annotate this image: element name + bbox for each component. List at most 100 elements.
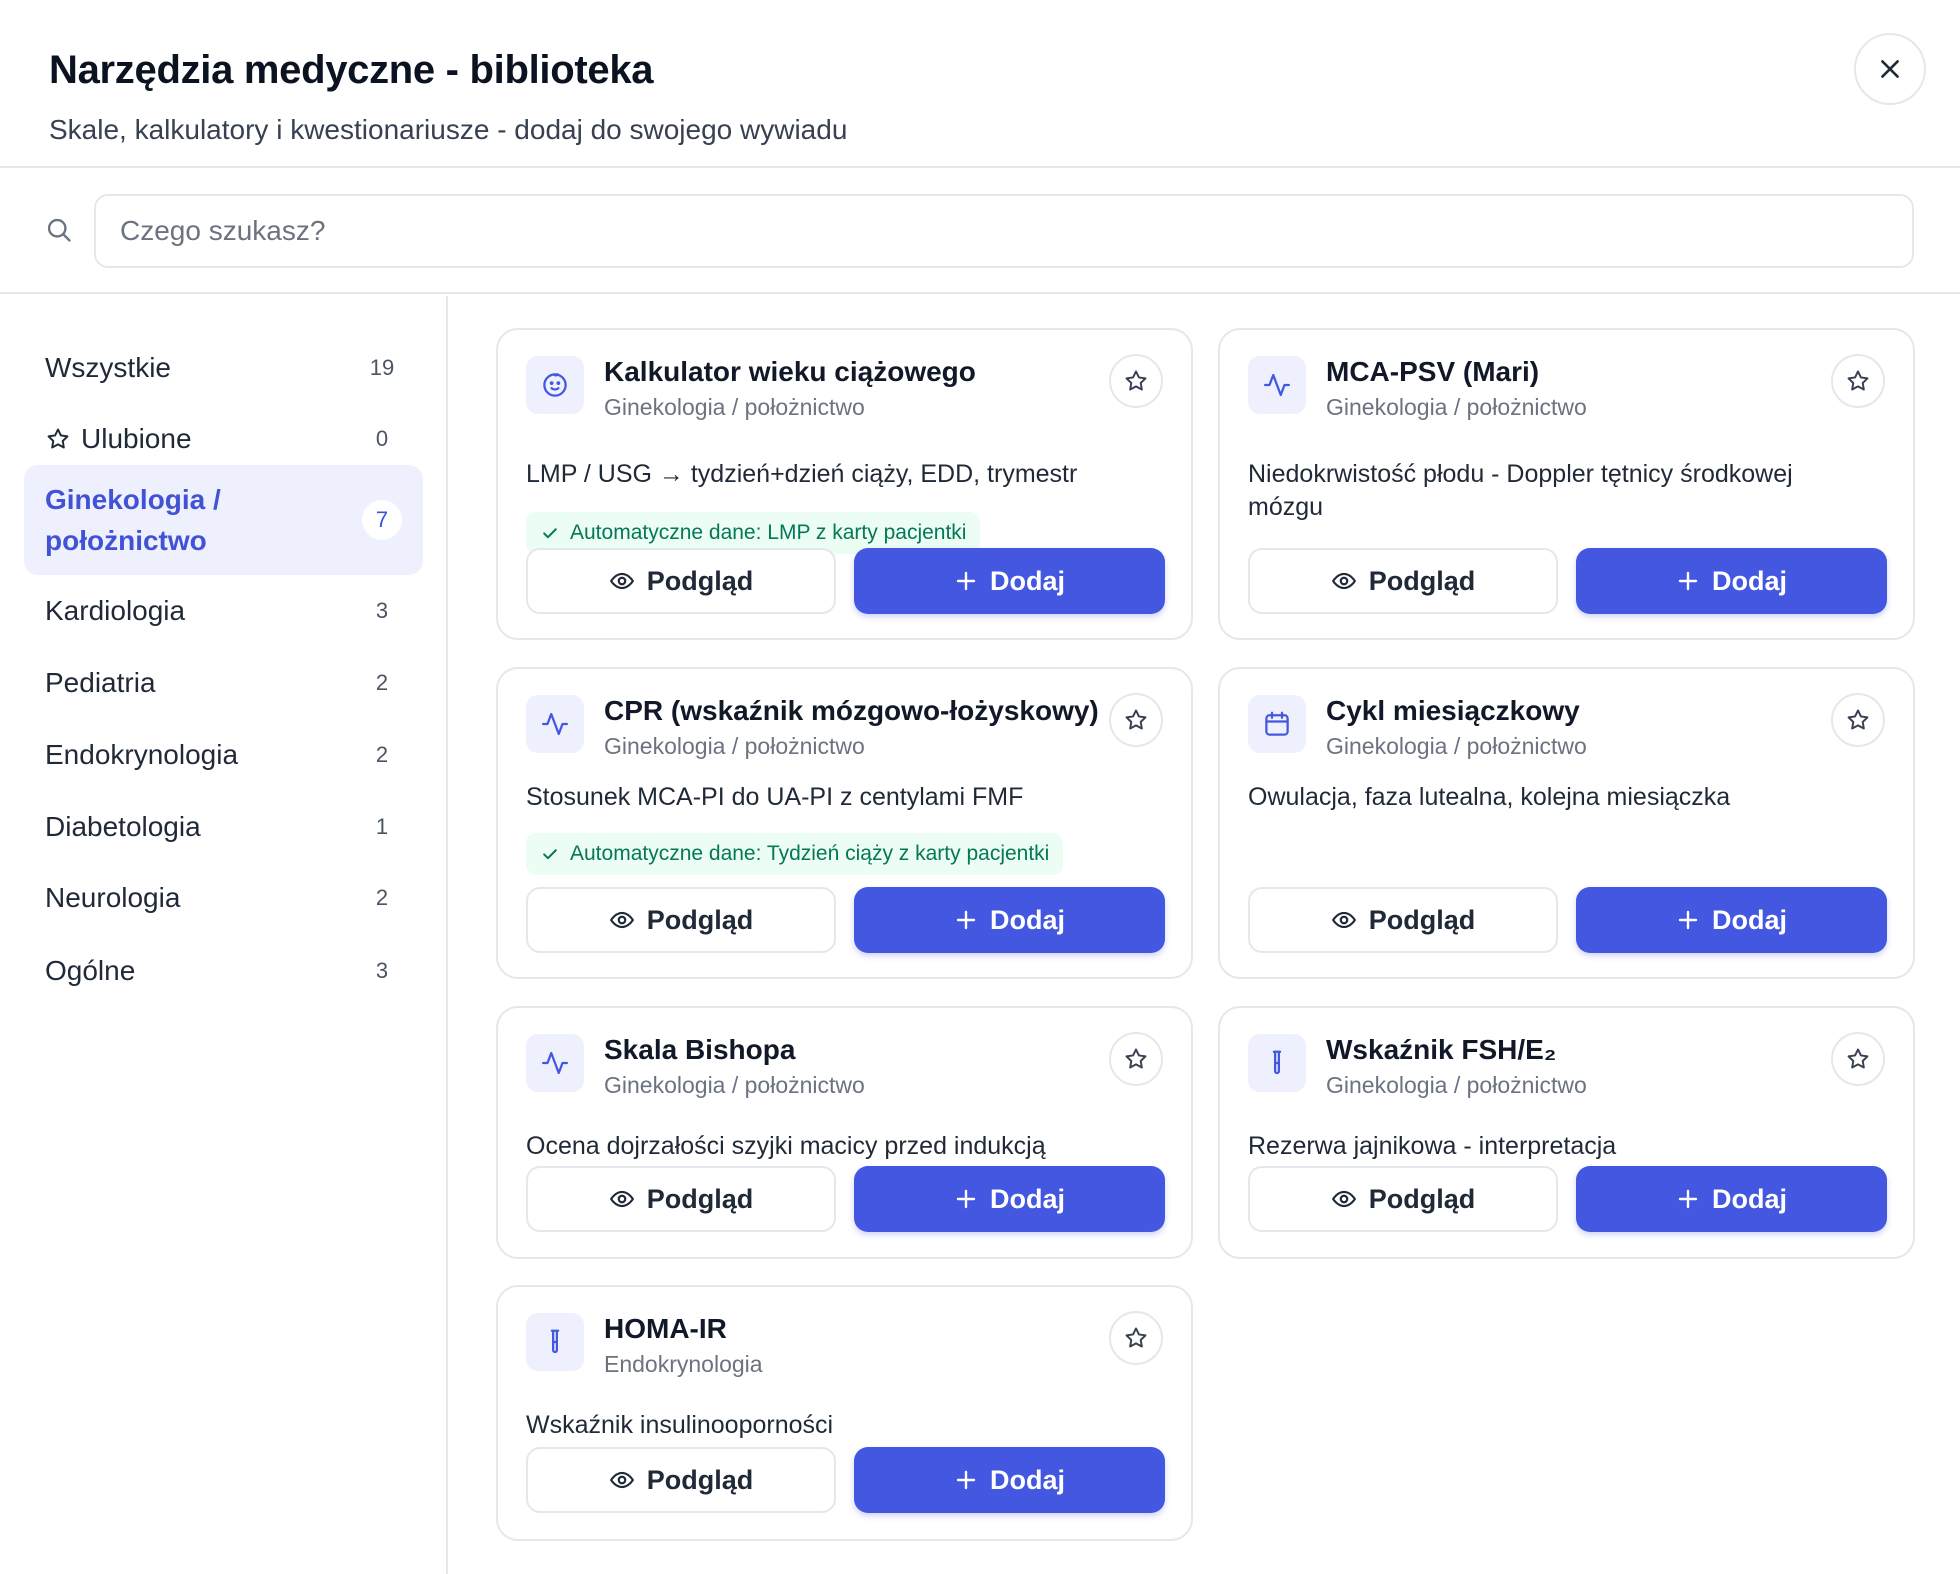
eye-icon	[1331, 568, 1357, 594]
activity-icon	[526, 695, 584, 753]
test-tube-icon	[1248, 1034, 1306, 1092]
tool-description: Wskaźnik insulinooporności	[526, 1411, 834, 1439]
sidebar-item[interactable]: Wszystkie 19	[24, 336, 423, 400]
category-sidebar: Wszystkie 19 Ulubione 0 Ginekologia / po…	[0, 296, 448, 1574]
tool-category: Ginekologia / położnictwo	[1326, 733, 1587, 759]
star-icon	[1123, 1046, 1149, 1072]
sidebar-item[interactable]: Ulubione 0	[24, 407, 423, 471]
sidebar-item[interactable]: Neurologia 2	[24, 866, 423, 930]
star-icon	[45, 426, 71, 452]
eye-icon	[1331, 1186, 1357, 1212]
tool-card: HOMA-IR Endokrynologia Wskaźnik insulinoop…	[496, 1285, 1193, 1541]
sidebar-item-label: Diabetologia	[45, 811, 201, 842]
search-icon	[47, 218, 71, 242]
sidebar-item[interactable]: Ogólne 3	[24, 939, 423, 1003]
tool-title: Kalkulator wieku ciążowego	[604, 356, 976, 387]
eye-icon	[609, 1186, 635, 1212]
add-label: Dodaj	[1711, 1183, 1787, 1214]
activity-icon	[1248, 356, 1306, 414]
preview-button[interactable]: Podgląd	[526, 1166, 836, 1232]
add-button[interactable]: Dodaj	[1576, 548, 1887, 614]
tool-title: HOMA-IR	[604, 1313, 727, 1344]
preview-button[interactable]: Podgląd	[526, 887, 836, 953]
plus-icon	[1676, 569, 1700, 593]
tool-category: Ginekologia / położnictwo	[604, 394, 865, 420]
sidebar-item[interactable]: Endokrynologia 2	[24, 723, 423, 787]
eye-icon	[609, 568, 635, 594]
sidebar-item-label: Pediatria	[45, 667, 156, 698]
sidebar-item-count: 1	[375, 814, 389, 839]
favorite-button[interactable]	[1109, 693, 1163, 747]
sidebar-item-count: 0	[375, 426, 389, 451]
preview-label: Podgląd	[1368, 904, 1476, 935]
star-icon	[1845, 707, 1871, 733]
add-label: Dodaj	[1711, 904, 1787, 935]
tool-description: Niedokrwistość płodu - Doppler tętnicy ś…	[1248, 460, 1793, 521]
activity-icon	[526, 1034, 584, 1092]
sidebar-item-count: 19	[369, 355, 395, 380]
favorite-button[interactable]	[1109, 1311, 1163, 1365]
tool-title: MCA-PSV (Mari)	[1326, 356, 1540, 387]
favorite-button[interactable]	[1109, 354, 1163, 408]
favorite-button[interactable]	[1831, 354, 1885, 408]
favorite-button[interactable]	[1109, 1032, 1163, 1086]
close-icon	[1881, 60, 1899, 78]
tool-description: Stosunek MCA-PI do UA-PI z centylami FMF	[526, 783, 1024, 811]
preview-button[interactable]: Podgląd	[1248, 887, 1558, 953]
close-button[interactable]	[1854, 33, 1926, 105]
plus-icon	[954, 1187, 978, 1211]
auto-data-badge: Automatyczne dane: Tydzień ciąży z karty…	[526, 833, 1064, 875]
preview-button[interactable]: Podgląd	[1248, 1166, 1558, 1232]
preview-button[interactable]: Podgląd	[526, 1447, 836, 1513]
sidebar-item-label: Endokrynologia	[45, 739, 239, 770]
sidebar-item[interactable]: Diabetologia 1	[24, 795, 423, 859]
add-button[interactable]: Dodaj	[1576, 1166, 1887, 1232]
tool-description: Ocena dojrzałości szyjki macicy przed in…	[526, 1132, 1046, 1160]
preview-label: Podgląd	[646, 565, 754, 596]
favorite-button[interactable]	[1831, 693, 1885, 747]
tool-category: Endokrynologia	[604, 1351, 763, 1377]
eye-icon	[609, 1467, 635, 1493]
tool-card: MCA-PSV (Mari) Ginekologia / położnictwo N…	[1218, 328, 1915, 640]
add-button[interactable]: Dodaj	[854, 1166, 1165, 1232]
tool-title: Skala Bishopa	[604, 1034, 796, 1065]
plus-icon	[954, 1468, 978, 1492]
sidebar-item-active[interactable]: Ginekologia / położnictwo 7	[24, 465, 423, 575]
tool-title: Cykl miesiączkowy	[1326, 695, 1580, 726]
plus-icon	[954, 569, 978, 593]
add-label: Dodaj	[989, 565, 1065, 596]
auto-data-text: Automatyczne dane: Tydzień ciąży z karty…	[570, 842, 1050, 865]
add-label: Dodaj	[989, 1464, 1065, 1495]
add-label: Dodaj	[1711, 565, 1787, 596]
star-icon	[1845, 368, 1871, 394]
plus-icon	[1676, 908, 1700, 932]
add-button[interactable]: Dodaj	[854, 887, 1165, 953]
add-label: Dodaj	[989, 904, 1065, 935]
preview-button[interactable]: Podgląd	[526, 548, 836, 614]
dialog-title: Narzędzia medyczne - biblioteka	[49, 48, 654, 92]
add-button[interactable]: Dodaj	[1576, 887, 1887, 953]
eye-icon	[1331, 907, 1357, 933]
search-input[interactable]	[94, 194, 1914, 268]
preview-button[interactable]: Podgląd	[1248, 548, 1558, 614]
sidebar-item-label: Ulubione	[81, 423, 192, 454]
tool-category: Ginekologia / położnictwo	[1326, 1072, 1587, 1098]
sidebar-item[interactable]: Pediatria 2	[24, 651, 423, 715]
sidebar-item-label: Ogólne	[45, 955, 136, 986]
add-button[interactable]: Dodaj	[854, 548, 1165, 614]
sidebar-item[interactable]: Kardiologia 3	[24, 579, 423, 643]
preview-label: Podgląd	[1368, 1183, 1476, 1214]
add-label: Dodaj	[989, 1183, 1065, 1214]
sidebar-item-count: 2	[375, 670, 389, 695]
calendar-icon	[1248, 695, 1306, 753]
test-tube-icon	[526, 1313, 584, 1371]
tool-card: Cykl miesiączkowy Ginekologia / położnict…	[1218, 667, 1915, 979]
eye-icon	[609, 907, 635, 933]
check-icon	[540, 523, 560, 543]
dialog-header: Narzędzia medyczne - biblioteka Skale, k…	[0, 0, 1960, 168]
favorite-button[interactable]	[1831, 1032, 1885, 1086]
add-button[interactable]: Dodaj	[854, 1447, 1165, 1513]
preview-label: Podgląd	[646, 1464, 754, 1495]
star-icon	[1123, 368, 1149, 394]
tool-title: CPR (wskaźnik mózgowo-łożyskowy)	[604, 695, 1099, 726]
